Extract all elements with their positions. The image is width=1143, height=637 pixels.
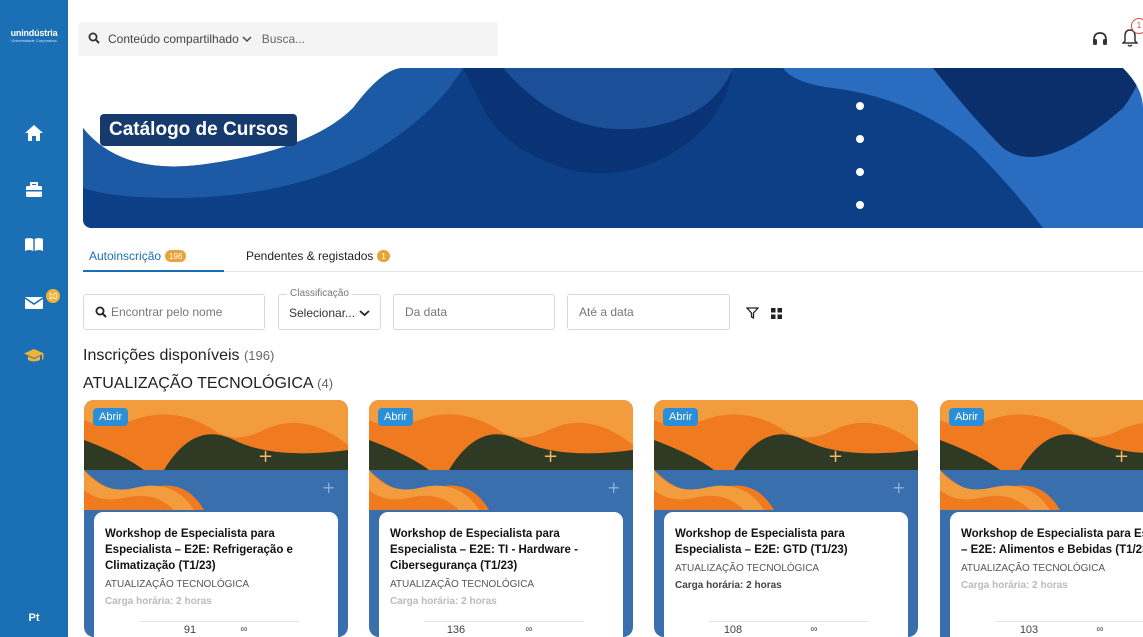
search-icon <box>95 306 107 318</box>
search-scope-label: Conteúdo compartilhado <box>108 32 239 46</box>
catalog-banner <box>83 68 1143 228</box>
category-title-text: ATUALIZAÇÃO TECNOLÓGICA <box>83 375 313 392</box>
enrolled-count: 103 <box>1019 624 1039 636</box>
category-title: ATUALIZAÇÃO TECNOLÓGICA (4) <box>83 375 333 393</box>
seat-limit: ∞ <box>1096 624 1104 635</box>
section-title: Inscrições disponíveis (196) <box>83 347 274 365</box>
svg-text:+: + <box>543 446 558 467</box>
sort-value: Selecionar... <box>289 306 356 320</box>
logo-name: unindústria <box>10 28 58 38</box>
enrolled-count: 91 <box>183 624 197 636</box>
briefcase-icon[interactable] <box>22 179 46 201</box>
category-count: (4) <box>317 376 334 391</box>
open-badge: Abrir <box>378 408 414 426</box>
course-hours: Carga horária: 2 horas <box>961 580 1068 591</box>
card-body: Workshop de Especialista para Especialis… <box>94 512 338 637</box>
filter-icon[interactable] <box>745 306 760 320</box>
to-date-input[interactable]: Até a data <box>567 294 730 330</box>
course-card[interactable]: + + Abrir Workshop de Especialista para … <box>84 400 348 637</box>
language-switcher[interactable]: Pt <box>0 612 68 624</box>
tab-autoinscricao[interactable]: Autoinscrição 196 <box>89 246 187 266</box>
course-title[interactable]: Workshop de Especialista para Especialis… <box>675 526 897 558</box>
course-hours: Carga horária: 2 horas <box>675 580 782 591</box>
svg-text:+: + <box>1114 446 1129 467</box>
logo-subtitle: Universidade Corporativa <box>11 38 57 43</box>
course-title[interactable]: Workshop de Especialista para Especialis… <box>961 526 1143 558</box>
stats-divider <box>424 621 584 622</box>
course-title[interactable]: Workshop de Especialista para Especialis… <box>390 526 612 574</box>
tab-label: Pendentes & registados <box>246 249 374 263</box>
course-category: ATUALIZAÇÃO TECNOLÓGICA <box>675 563 820 574</box>
tab-count-badge: 1 <box>377 250 390 262</box>
svg-text:+: + <box>258 446 273 467</box>
seat-limit: ∞ <box>810 624 818 635</box>
mail-badge: 10 <box>46 289 60 303</box>
active-tab-indicator <box>83 270 224 272</box>
graduation-cap-icon[interactable] <box>22 345 46 367</box>
seat-limit: ∞ <box>525 624 533 635</box>
mail-icon[interactable] <box>22 292 46 314</box>
section-title-text: Inscrições disponíveis <box>83 347 240 364</box>
sort-select[interactable]: Classificação Selecionar... <box>278 288 381 330</box>
stats-divider <box>995 621 1143 622</box>
logo[interactable]: unindústria Universidade Corporativa <box>6 28 62 43</box>
notification-badge: 1 <box>1131 18 1143 34</box>
course-category: ATUALIZAÇÃO TECNOLÓGICA <box>390 579 535 590</box>
seat-limit: ∞ <box>240 624 248 635</box>
course-hours: Carga horária: 2 horas <box>105 596 212 607</box>
enrolled-count: 108 <box>723 624 743 636</box>
tab-label: Autoinscrição <box>89 249 162 263</box>
from-date-input[interactable]: Da data <box>393 294 555 330</box>
stats-divider <box>139 621 299 622</box>
svg-text:+: + <box>322 478 335 497</box>
svg-text:+: + <box>828 446 843 467</box>
name-search-input[interactable]: Encontrar pelo nome <box>83 294 265 330</box>
chevron-down-icon <box>359 310 370 317</box>
open-badge: Abrir <box>663 408 699 426</box>
book-icon[interactable] <box>22 233 46 255</box>
course-category: ATUALIZAÇÃO TECNOLÓGICA <box>105 579 250 590</box>
chevron-down-icon <box>242 36 252 42</box>
course-hours: Carga horária: 2 horas <box>390 596 497 607</box>
card-body: Workshop de Especialista para Especialis… <box>379 512 623 637</box>
svg-text:+: + <box>607 478 620 497</box>
name-search-placeholder: Encontrar pelo nome <box>111 305 223 319</box>
svg-text:+: + <box>892 478 905 497</box>
tab-bar: Autoinscrição 196 Pendentes & registados… <box>83 240 1143 272</box>
search-scope-select[interactable]: Conteúdo compartilhado <box>108 32 252 46</box>
card-body: Workshop de Especialista para Especialis… <box>950 512 1143 637</box>
grid-view-icon[interactable] <box>771 306 782 319</box>
search-input[interactable]: Busca... <box>262 32 305 46</box>
section-count: (196) <box>243 348 275 363</box>
search-bar[interactable]: Conteúdo compartilhado Busca... <box>78 22 498 56</box>
course-title[interactable]: Workshop de Especialista para Especialis… <box>105 526 327 574</box>
open-badge: Abrir <box>949 408 985 426</box>
stats-divider <box>709 621 869 622</box>
course-card[interactable]: + + Abrir Workshop de Especialista para … <box>369 400 633 637</box>
headset-icon[interactable] <box>1091 30 1109 48</box>
search-icon <box>88 32 100 47</box>
tab-pendentes[interactable]: Pendentes & registados 1 <box>246 246 390 266</box>
course-card[interactable]: + Abrir Workshop de Especialista para Es… <box>940 400 1143 637</box>
tab-count-badge: 196 <box>165 250 187 262</box>
to-date-placeholder: Até a data <box>579 305 634 319</box>
sort-label: Classificação <box>287 288 352 299</box>
home-icon[interactable] <box>22 122 46 144</box>
course-category: ATUALIZAÇÃO TECNOLÓGICA <box>961 563 1106 574</box>
course-card[interactable]: + + Abrir Workshop de Especialista para … <box>654 400 918 637</box>
from-date-placeholder: Da data <box>405 305 448 319</box>
sidebar: unindústria Universidade Corporativa 10 … <box>0 0 68 637</box>
enrolled-count: 136 <box>446 624 466 636</box>
page-title: Catálogo de Cursos <box>100 114 298 146</box>
card-body: Workshop de Especialista para Especialis… <box>664 512 908 637</box>
open-badge: Abrir <box>93 408 129 426</box>
